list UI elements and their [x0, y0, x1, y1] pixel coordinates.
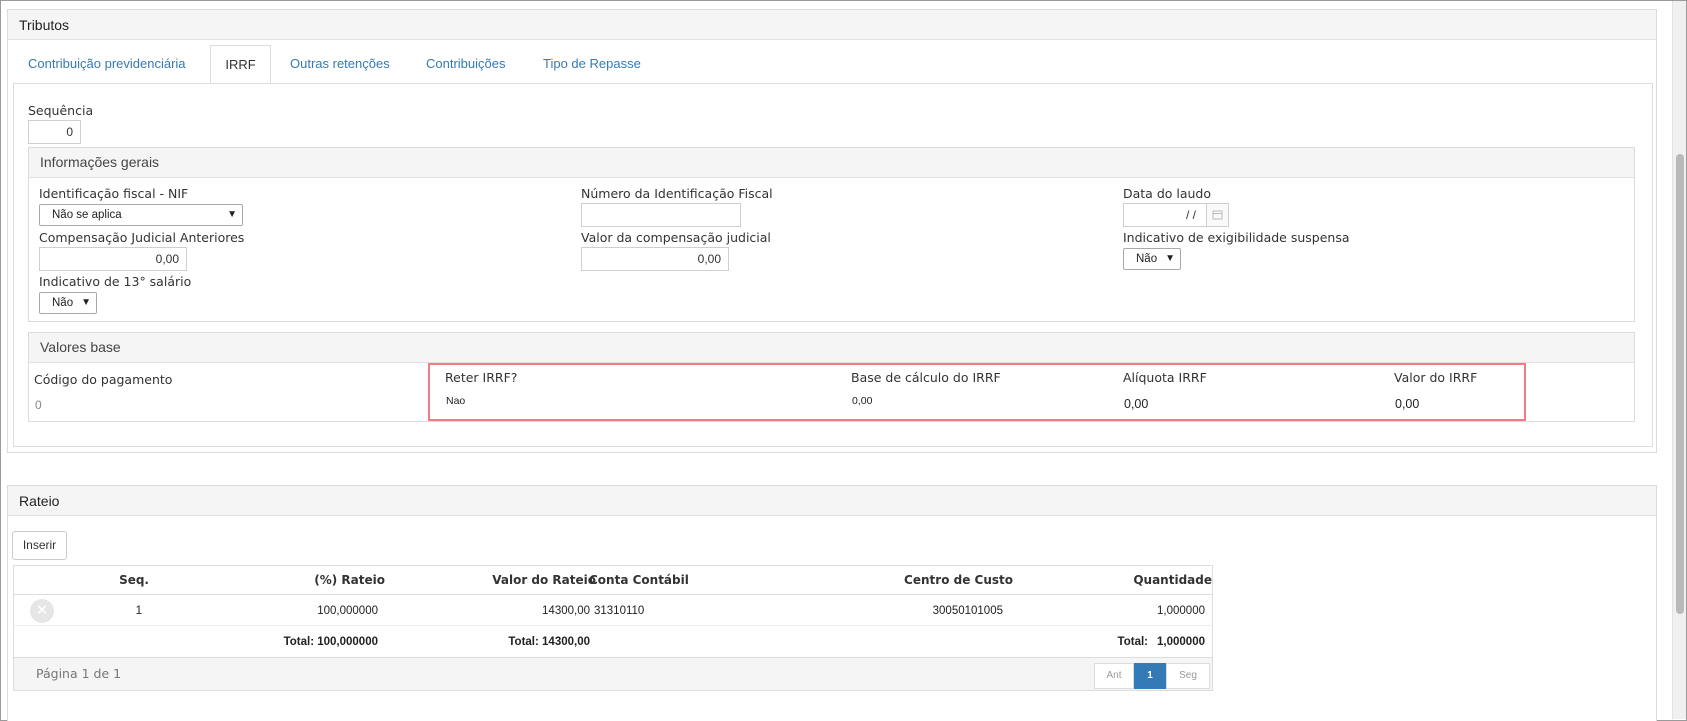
informacoes-gerais-section: Informações gerais	[28, 147, 1635, 322]
compensacao-label: Compensação Judicial Anteriores	[39, 230, 245, 245]
rateio-title: Rateio	[8, 486, 1656, 516]
data-laudo-label: Data do laudo	[1123, 186, 1212, 201]
pagination-text: Página 1 de 1	[36, 666, 122, 681]
total-valor: Total: 14300,00	[508, 636, 590, 648]
tributos-title: Tributos	[8, 10, 1656, 40]
informacoes-gerais-title: Informações gerais	[29, 148, 1634, 178]
base-calculo-label: Base de cálculo do IRRF	[851, 370, 1001, 385]
total-rateio: Total: 100,000000	[283, 636, 378, 648]
scrollbar-thumb[interactable]	[1676, 154, 1684, 614]
table-row: ✕ 1 100,000000 14300,00 31310110 3005010…	[14, 596, 1212, 626]
col-centro-custo[interactable]: Centro de Custo	[904, 565, 1013, 595]
chevron-down-icon: ▼	[227, 209, 237, 220]
tab-outras-retencoes[interactable]: Outras retenções	[275, 45, 405, 84]
nif-label: Identificação fiscal - NIF	[39, 186, 189, 201]
delete-row-icon[interactable]: ✕	[30, 599, 54, 623]
sequencia-input[interactable]: 0	[28, 120, 81, 144]
exigibilidade-select[interactable]: Não ▼	[1123, 248, 1181, 270]
data-laudo-input[interactable]: / /	[1123, 203, 1207, 227]
valor-irrf-label: Valor do IRRF	[1394, 370, 1478, 385]
valores-base-title: Valores base	[29, 333, 1634, 363]
reter-irrf-value: Nao	[446, 395, 466, 407]
col-conta-contabil[interactable]: Conta Contábil	[589, 565, 689, 595]
col-valor-rateio[interactable]: Valor do Rateio	[492, 565, 596, 595]
data-laudo-value: / /	[1185, 208, 1196, 222]
valor-compensacao-input[interactable]: 0,00	[581, 247, 729, 271]
numero-nif-input[interactable]	[581, 203, 741, 227]
totals-row: Total: 100,000000 Total: 14300,00 Total:…	[14, 627, 1212, 657]
chevron-down-icon: ▼	[1165, 253, 1175, 264]
tab-contribuicoes[interactable]: Contribuições	[411, 45, 521, 84]
decimo-terceiro-label: Indicativo de 13° salário	[39, 274, 192, 289]
calendar-icon[interactable]	[1206, 203, 1229, 227]
tab-tipo-de-repasse[interactable]: Tipo de Repasse	[528, 45, 656, 84]
inserir-button[interactable]: Inserir	[12, 531, 67, 560]
row-seq: 1	[135, 605, 142, 617]
total-quantidade-label: Total:	[1117, 636, 1148, 648]
nif-select-value: Não se aplica	[52, 209, 122, 221]
exigibilidade-select-value: Não	[1136, 253, 1158, 265]
exigibilidade-label: Indicativo de exigibilidade suspensa	[1123, 230, 1350, 245]
col-seq[interactable]: Seq.	[119, 565, 149, 595]
decimo-terceiro-select[interactable]: Não ▼	[39, 292, 97, 314]
chevron-down-icon: ▼	[81, 297, 91, 308]
valor-compensacao-label: Valor da compensação judicial	[581, 230, 771, 245]
pagination-page-1[interactable]: 1	[1134, 663, 1166, 689]
tab-contribuicao-previdenciaria[interactable]: Contribuição previdenciária	[13, 45, 201, 84]
codigo-pagamento-value: 0	[35, 398, 42, 412]
tributos-tabs: Contribuição previdenciária IRRF Outras …	[13, 45, 1653, 84]
total-quantidade: 1,000000	[1157, 636, 1205, 648]
codigo-pagamento-label: Código do pagamento	[34, 372, 173, 387]
vertical-scrollbar[interactable]	[1672, 1, 1686, 719]
aliquota-irrf-label: Alíquota IRRF	[1123, 370, 1207, 385]
aliquota-irrf-value: 0,00	[1124, 397, 1149, 411]
row-centro: 30050101005	[932, 605, 1003, 617]
pagination-next-button[interactable]: Seg	[1166, 663, 1210, 689]
compensacao-input[interactable]: 0,00	[39, 247, 187, 271]
nif-select[interactable]: Não se aplica ▼	[39, 204, 243, 226]
numero-nif-label: Número da Identificação Fiscal	[581, 186, 773, 201]
base-calculo-value: 0,00	[852, 395, 873, 407]
row-valor: 14300,00	[542, 605, 590, 617]
rateio-grid-header: Seq. (%) Rateio Valor do Rateio Conta Co…	[13, 565, 1213, 595]
sequencia-label: Sequência	[28, 103, 94, 118]
rateio-grid-footer: Página 1 de 1 Ant 1 Seg	[14, 657, 1212, 690]
row-rateio: 100,000000	[317, 605, 378, 617]
col-rateio[interactable]: (%) Rateio	[314, 565, 385, 595]
tab-irrf[interactable]: IRRF	[210, 45, 271, 84]
reter-irrf-label: Reter IRRF?	[445, 370, 518, 385]
row-conta: 31310110	[594, 605, 645, 617]
decimo-terceiro-select-value: Não	[52, 297, 74, 309]
pagination-prev-button[interactable]: Ant	[1094, 663, 1134, 689]
col-quantidade[interactable]: Quantidade	[1133, 565, 1212, 595]
valor-irrf-value: 0,00	[1395, 397, 1420, 411]
row-quantidade: 1,000000	[1157, 605, 1205, 617]
